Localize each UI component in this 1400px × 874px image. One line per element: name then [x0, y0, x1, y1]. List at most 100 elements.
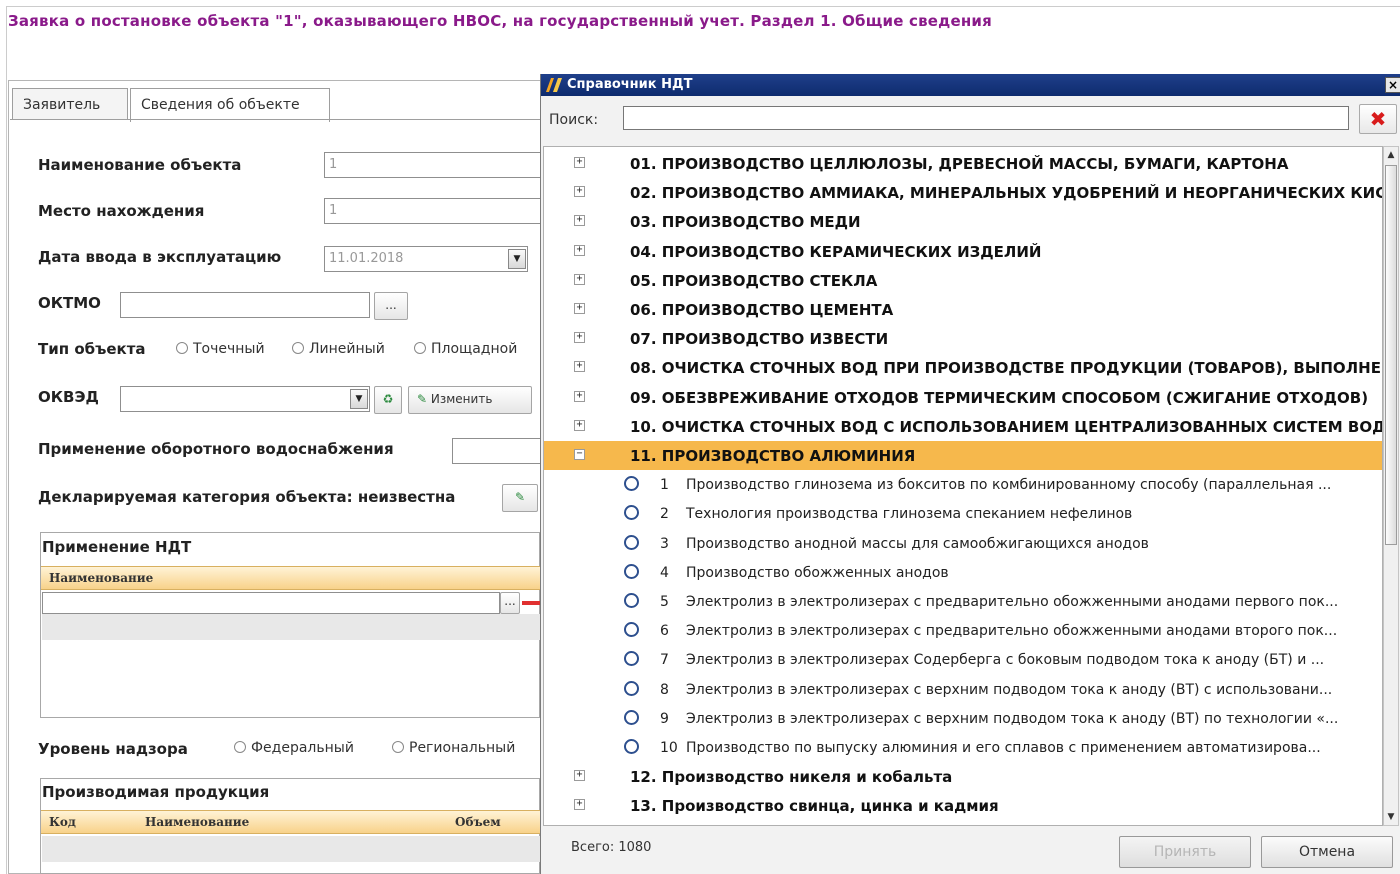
tree-subitem-row[interactable]: 5 Электролиз в электролизерах с предварит…: [544, 587, 1382, 616]
okved-dropdown-icon[interactable]: ▼: [350, 389, 368, 409]
radio-label: Площадной: [431, 341, 518, 357]
expand-icon[interactable]: +: [574, 799, 585, 811]
tree-category-row[interactable]: +02. ПРОИЗВОДСТВО АММИАКА, МИНЕРАЛЬНЫХ У…: [544, 178, 1382, 207]
cancel-button[interactable]: Отмена: [1261, 836, 1393, 868]
tree-category-row[interactable]: +01. ПРОИЗВОДСТВО ЦЕЛЛЮЛОЗЫ, ДРЕВЕСНОЙ М…: [544, 149, 1382, 178]
tree-subitem-label: 5 Электролиз в электролизерах с предварит…: [660, 594, 1338, 610]
supervision-regional[interactable]: Региональный: [392, 740, 515, 756]
products-col-code: Код: [49, 815, 76, 829]
tree-subitem-row[interactable]: 7 Электролиз в электролизерах Содерберга …: [544, 645, 1382, 674]
commission-date-input[interactable]: 11.01.2018: [324, 246, 528, 272]
tree-category-row[interactable]: +12. Производство никеля и кобальта: [544, 762, 1382, 791]
type-option-point[interactable]: Точечный: [176, 341, 265, 357]
radio-label: Региональный: [409, 740, 516, 756]
subitem-number: 10: [660, 740, 678, 756]
tree-category-row[interactable]: +04. ПРОИЗВОДСТВО КЕРАМИЧЕСКИХ ИЗДЕЛИЙ: [544, 237, 1382, 266]
tree-subitem-row[interactable]: 9 Электролиз в электролизерах с верхним п…: [544, 704, 1382, 733]
object-name-input[interactable]: 1: [324, 152, 540, 178]
tree-category-row[interactable]: +05. ПРОИЗВОДСТВО СТЕКЛА: [544, 266, 1382, 295]
tree-subitem-label: 8 Электролиз в электролизерах с верхним п…: [660, 682, 1332, 698]
tree-category-row[interactable]: +03. ПРОИЗВОДСТВО МЕДИ: [544, 207, 1382, 236]
expand-icon[interactable]: +: [574, 244, 585, 256]
tree-category-row[interactable]: − 11. ПРОИЗВОДСТВО АЛЮМИНИЯ: [544, 441, 1382, 470]
tree-category-row[interactable]: +13. Производство свинца, цинка и кадмия: [544, 791, 1382, 820]
products-col-name: Наименование: [145, 815, 250, 829]
tree-category-label: 10. ОЧИСТКА СТОЧНЫХ ВОД С ИСПОЛЬЗОВАНИЕМ…: [630, 417, 1383, 436]
expand-icon[interactable]: +: [574, 390, 585, 402]
expand-icon[interactable]: +: [574, 303, 585, 314]
expand-icon[interactable]: +: [574, 215, 585, 227]
tab-divider: [10, 119, 540, 120]
tree-subitem-row[interactable]: 2 Технология производства глинозема спека…: [544, 499, 1382, 528]
subitem-number: 6: [660, 623, 669, 640]
tree-category-row[interactable]: +10. ОЧИСТКА СТОЧНЫХ ВОД С ИСПОЛЬЗОВАНИЕ…: [544, 412, 1382, 441]
tab-applicant[interactable]: Заявитель: [12, 88, 128, 120]
radio-icon[interactable]: [624, 593, 639, 608]
scroll-thumb[interactable]: [1385, 165, 1397, 545]
water-supply-label: Применение оборотного водоснабжения: [38, 440, 394, 458]
expand-icon[interactable]: +: [574, 273, 585, 285]
radio-icon[interactable]: [624, 563, 639, 579]
type-option-area[interactable]: Площадной: [414, 341, 517, 357]
tree-scrollbar[interactable]: ▲ ▼: [1383, 146, 1399, 826]
oktmo-select-button[interactable]: ...: [374, 292, 408, 320]
subitem-number: 4: [660, 564, 669, 581]
radio-icon: [176, 342, 188, 354]
type-option-linear[interactable]: Линейный: [292, 341, 385, 357]
tree-subitem-row[interactable]: 4 Производство обожженных анодов: [544, 558, 1382, 587]
edit-category-icon[interactable]: ✎: [502, 484, 538, 512]
tree-subitem-row[interactable]: 6 Электролиз в электролизерах с предварит…: [544, 616, 1382, 645]
scroll-up-icon[interactable]: ▲: [1385, 148, 1397, 162]
radio-icon[interactable]: [624, 622, 639, 638]
dialog-close-icon[interactable]: ×: [1385, 77, 1400, 93]
radio-icon[interactable]: [624, 651, 639, 667]
radio-icon[interactable]: [624, 709, 639, 725]
radio-icon[interactable]: [624, 739, 639, 754]
commission-date-label: Дата ввода в эксплуатацию: [38, 248, 282, 266]
collapse-icon[interactable]: −: [574, 449, 585, 460]
tree-subitem-row[interactable]: 10 Производство по выпуску алюминия и его…: [544, 733, 1382, 762]
expand-icon[interactable]: +: [574, 186, 585, 198]
supervision-federal[interactable]: Федеральный: [234, 740, 354, 756]
radio-icon: [414, 342, 426, 354]
radio-icon[interactable]: [624, 534, 639, 550]
radio-icon[interactable]: [624, 505, 639, 521]
expand-icon[interactable]: +: [574, 770, 585, 782]
radio-icon[interactable]: [624, 680, 639, 696]
tree-subitem-row[interactable]: 1 Производство глинозема из бокситов по к…: [544, 470, 1382, 499]
ndt-select-button[interactable]: ...: [500, 592, 520, 614]
ndt-empty-row: [42, 614, 540, 640]
date-dropdown-icon[interactable]: ▼: [508, 249, 526, 269]
tree-category-row[interactable]: +07. ПРОИЗВОДСТВО ИЗВЕСТИ: [544, 324, 1382, 353]
accept-button[interactable]: Принять: [1119, 836, 1251, 868]
water-supply-input[interactable]: [452, 438, 540, 464]
tree-category-row[interactable]: +06. ПРОИЗВОДСТВО ЦЕМЕНТА: [544, 295, 1382, 324]
tab-object-info[interactable]: Сведения об объекте: [130, 88, 330, 122]
products-col-volume: Объем: [455, 815, 501, 829]
tree-subitem-label: 4 Производство обожженных анодов: [660, 565, 949, 581]
tree-category-row[interactable]: +09. ОБЕЗВРЕЖИВАНИЕ ОТХОДОВ ТЕРМИЧЕСКИМ …: [544, 383, 1382, 412]
location-input[interactable]: 1: [324, 198, 540, 224]
ndt-name-cell[interactable]: [42, 592, 500, 614]
search-input[interactable]: [623, 106, 1349, 130]
subitem-text: Технология производства глинозема спекан…: [686, 506, 1133, 523]
subitem-number: 2: [660, 506, 669, 523]
declared-category-label: Декларируемая категория объекта: неизвес…: [38, 488, 456, 506]
subitem-number: 1: [660, 477, 669, 494]
tree-category-row[interactable]: +08. ОЧИСТКА СТОЧНЫХ ВОД ПРИ ПРОИЗВОДСТВ…: [544, 353, 1382, 382]
ndt-grid-header: Наименование: [41, 566, 540, 590]
scroll-down-icon[interactable]: ▼: [1385, 810, 1397, 824]
expand-icon[interactable]: +: [574, 361, 585, 373]
tree-subitem-row[interactable]: 3 Производство анодной массы для самообжи…: [544, 529, 1382, 558]
expand-icon[interactable]: +: [574, 157, 585, 168]
oktmo-input[interactable]: [120, 292, 370, 318]
radio-icon[interactable]: [624, 476, 639, 492]
tree-subitem-row[interactable]: 8 Электролиз в электролизерах с верхним п…: [544, 675, 1382, 704]
change-okved-button[interactable]: ✎ Изменить: [408, 386, 532, 414]
refresh-icon[interactable]: ♻: [374, 386, 402, 414]
expand-icon[interactable]: +: [574, 419, 585, 431]
okved-select[interactable]: [120, 386, 370, 412]
clear-search-button[interactable]: ✖: [1359, 104, 1397, 134]
expand-icon[interactable]: +: [574, 332, 585, 344]
radio-icon: [392, 741, 404, 753]
